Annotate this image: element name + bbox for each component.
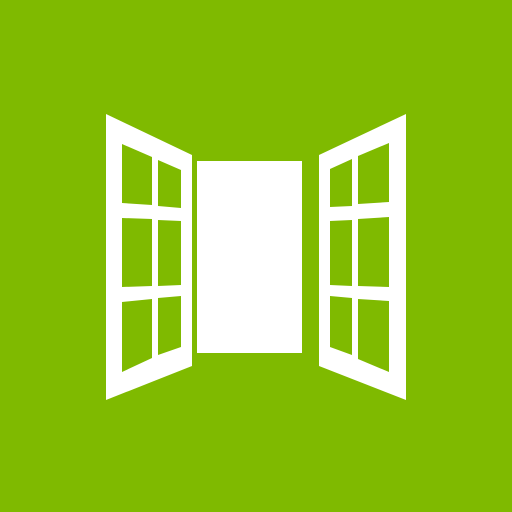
right-shutter [319,114,406,400]
app-tile[interactable] [0,0,512,512]
window-opening [197,161,302,353]
open-window-icon [0,0,512,512]
left-shutter [106,114,192,400]
